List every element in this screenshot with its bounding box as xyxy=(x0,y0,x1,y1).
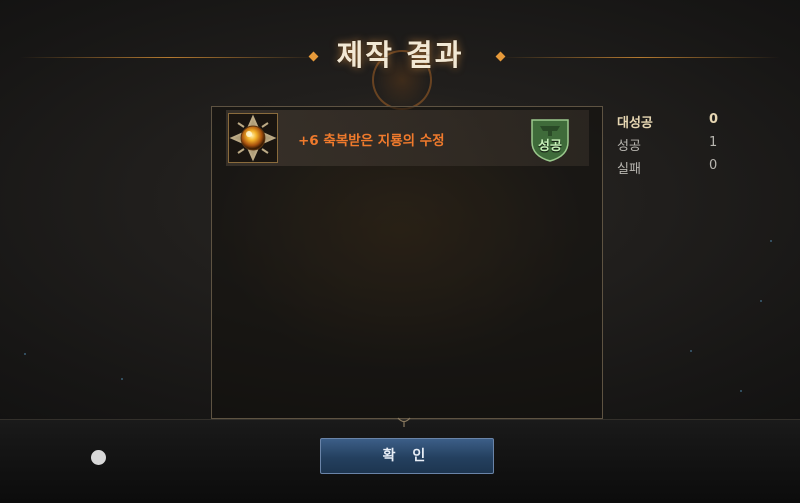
stat-value: 0 xyxy=(709,112,719,127)
star-sparkle xyxy=(24,353,26,355)
floating-dot-icon[interactable] xyxy=(91,450,106,465)
title-divider-left xyxy=(20,57,320,58)
star-sparkle xyxy=(740,390,742,392)
star-sparkle xyxy=(690,350,692,352)
result-status-badge: 성공 xyxy=(538,139,562,154)
page-title: 제작 결과 xyxy=(336,38,464,72)
stat-failure: 실패 0 xyxy=(617,158,727,181)
crystal-orb-icon xyxy=(228,113,278,163)
stat-success: 성공 1 xyxy=(617,135,727,158)
title-divider-right xyxy=(500,57,780,58)
stat-label: 실패 xyxy=(617,162,641,177)
ornament-icon xyxy=(396,413,412,427)
star-sparkle xyxy=(760,300,762,302)
stat-label: 대성공 xyxy=(617,116,653,131)
stat-value: 0 xyxy=(709,158,718,173)
star-sparkle xyxy=(121,378,123,380)
stat-label: 성공 xyxy=(617,139,641,154)
confirm-button[interactable]: 확 인 xyxy=(320,438,494,474)
result-stats: 대성공 0 성공 1 실패 0 xyxy=(617,112,727,181)
stat-value: 1 xyxy=(709,135,718,150)
item-name: +6 축복받은 지룡의 수정 xyxy=(298,133,445,149)
stat-great-success: 대성공 0 xyxy=(617,112,727,135)
star-sparkle xyxy=(770,240,772,242)
